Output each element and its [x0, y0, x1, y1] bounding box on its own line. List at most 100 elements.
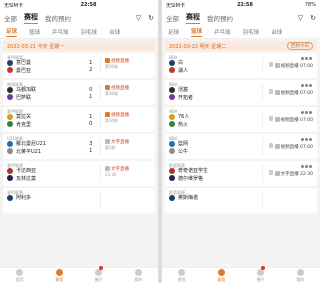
home-team: 马都加联 0 — [7, 86, 151, 94]
away-team: 曼巴亚 2 — [7, 67, 151, 75]
clock: 22:58 — [80, 2, 97, 8]
broadcast-info: 视频直播 07:00 — [274, 117, 313, 123]
match-card[interactable]: 欧篮联赛 奥斯梅诺 — [165, 188, 317, 213]
away-team: 巴萨联 1 — [7, 94, 151, 102]
sport-tab-1[interactable]: 篮球 — [29, 28, 40, 36]
date-banner: 2022-03-22 明天 星期二 回到今日 — [165, 41, 317, 51]
tab-icon — [95, 268, 103, 276]
reminder-icon[interactable] — [269, 62, 273, 67]
notification-badge — [99, 265, 104, 270]
bottom-tab-label: 我的 — [134, 276, 143, 282]
sport-tab-4[interactable]: 台球 — [271, 28, 282, 36]
match-card[interactable]: 意甲联赛 莫拉关 1 肯克里 0 视频直播 第30轮 — [3, 107, 155, 132]
sport-tab-2[interactable]: 乒乓球 — [52, 28, 69, 36]
broadcast-info: 文字直播 23:30 — [105, 166, 129, 177]
bottom-tab-3[interactable]: 我的 — [296, 268, 304, 283]
match-card[interactable]: U21联赛 戴北曼尼U21 3 北莱平U21 1 文字直播 第2轮 — [3, 134, 155, 159]
team-logo-icon — [169, 194, 175, 201]
match-card[interactable]: 意甲联赛 意巴曼 1 曼巴亚 2 视频直播 第30轮 — [3, 53, 155, 78]
team-logo-icon — [169, 67, 175, 74]
team-logo-icon — [7, 175, 13, 182]
refresh-icon[interactable]: ↻ — [148, 14, 154, 22]
broadcast-info: 视频直播 第30轮 — [105, 85, 129, 97]
bottom-tab-2[interactable]: 圈子 — [257, 265, 266, 283]
team-logo-icon — [169, 148, 175, 155]
home-team-name: 76人 — [178, 114, 190, 121]
nav-tab-1[interactable]: 赛程 — [186, 12, 200, 24]
broadcast-label: 视频直播 — [280, 91, 299, 96]
match-time: 07:00 — [300, 145, 313, 150]
match-card[interactable]: NBA 76人 热火 视频直播 07:00 — [165, 107, 317, 132]
home-score: 1 — [89, 113, 93, 120]
match-card[interactable]: 意甲联赛 阿利多 — [3, 188, 155, 213]
team-logo-icon — [7, 140, 13, 147]
team-logo-icon — [169, 202, 175, 208]
match-card[interactable]: NBA 活塞 开拓者 视频直播 07:00 — [165, 80, 317, 105]
nav-tab-0[interactable]: 全部 — [166, 13, 179, 23]
broadcast-icon — [105, 85, 110, 90]
refresh-icon[interactable]: ↻ — [310, 14, 316, 22]
match-card[interactable]: NBA 篮网 公牛 视频直播 07:00 — [165, 134, 317, 159]
divider — [100, 165, 101, 182]
team-logo-icon — [7, 194, 13, 201]
sport-tab-1[interactable]: 篮球 — [191, 27, 203, 37]
home-team-name: 戴北曼尼U21 — [16, 141, 47, 148]
away-score: 0 — [89, 121, 93, 128]
filter-icon[interactable]: ▽ — [136, 14, 141, 22]
battery-label: 78% — [304, 2, 316, 8]
reminder-icon[interactable] — [269, 143, 273, 148]
match-card[interactable]: 欧篮联赛 奇奇诺亚学生 德尔维罗格 文字直播 22:30 — [165, 161, 317, 186]
carrier-label: 无SIM卡 — [4, 2, 23, 9]
home-team-name: 活塞 — [178, 87, 189, 94]
tab-icon — [296, 268, 304, 276]
bottom-tab-bar: 首页 赛程 圈子 我的 — [0, 265, 158, 283]
reminder-icon[interactable] — [269, 170, 273, 175]
broadcast-info: 视频直播 第30轮 — [105, 112, 129, 124]
avatar — [308, 137, 313, 142]
sport-tab-0[interactable]: 足球 — [6, 27, 18, 37]
sport-tab-3[interactable]: 羽毛球 — [81, 28, 98, 36]
nav-tab-1[interactable]: 赛程 — [24, 12, 38, 24]
away-team-name: 肯克里 — [16, 121, 32, 128]
home-team-name: 奇奇诺亚学生 — [178, 168, 209, 175]
nav-tab-2[interactable]: 我的预约 — [207, 13, 233, 23]
bottom-tab-2[interactable]: 圈子 — [95, 265, 104, 283]
reminder-icon[interactable] — [269, 116, 273, 121]
team-logo-icon — [7, 148, 13, 155]
broadcast-icon — [105, 112, 110, 117]
bottom-tab-1[interactable]: 赛程 — [55, 268, 64, 283]
broadcast-info: 视频直播 07:00 — [274, 63, 313, 69]
match-card[interactable]: 意甲联赛 卡达西亚 瓦林达莫 文字直播 23:30 — [3, 161, 155, 186]
away-team: 瓦林达莫 — [7, 175, 151, 183]
avatar-group — [300, 164, 313, 169]
sport-tab-4[interactable]: 台球 — [109, 28, 120, 36]
round-label: 第30轮 — [105, 64, 119, 69]
nav-tab-2[interactable]: 我的预约 — [45, 13, 71, 23]
home-team: 奥斯梅诺 — [169, 194, 313, 202]
avatar-group — [300, 83, 313, 88]
away-team-name: 开拓者 — [178, 94, 194, 101]
match-card[interactable]: NBA 白湖人 视频直播 07:00 — [165, 53, 317, 78]
home-team-name: 莫拉关 — [16, 114, 32, 121]
bottom-tab-1[interactable]: 赛程 — [217, 268, 225, 283]
sport-tab-2[interactable]: 乒乓球 — [214, 28, 231, 36]
sport-tab-3[interactable]: 羽毛球 — [243, 28, 260, 36]
filter-icon[interactable]: ▽ — [298, 14, 303, 22]
bottom-tab-3[interactable]: 我的 — [134, 268, 143, 283]
bottom-tab-0[interactable]: 首页 — [16, 268, 24, 283]
nav-tab-0[interactable]: 全部 — [4, 13, 17, 23]
avatar — [308, 56, 313, 61]
match-time: 22:30 — [300, 172, 313, 177]
back-to-today-button[interactable]: 回到今日 — [287, 42, 313, 50]
team-logo-icon — [7, 121, 13, 128]
divider — [100, 192, 101, 209]
top-nav: 全部 赛程 我的预约 ▽ ↻ — [162, 10, 320, 26]
bottom-tab-0[interactable]: 首页 — [178, 268, 186, 283]
reminder-icon[interactable] — [269, 89, 273, 94]
sport-tab-0[interactable]: 足球 — [168, 28, 179, 36]
status-bar: 无SIM卡 22:58 — [0, 0, 158, 10]
team-logo-icon — [7, 202, 13, 208]
broadcast-label: 视频直播 — [280, 118, 299, 123]
bottom-tab-label: 赛程 — [55, 276, 64, 282]
match-card[interactable]: 挪超联赛 马都加联 0 巴萨联 1 视频直播 第30轮 — [3, 80, 155, 105]
